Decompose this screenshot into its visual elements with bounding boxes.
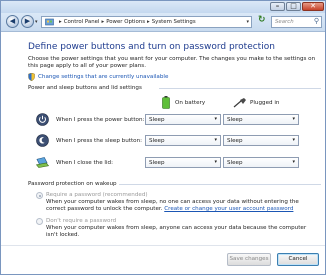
save-changes-button[interactable]: Save changes — [227, 253, 271, 266]
select-value: Sleep — [227, 160, 243, 166]
select-value: Sleep — [227, 117, 243, 123]
title-bar: – □ ✕ — [1, 1, 325, 13]
chevron-down-icon: ▾ — [292, 116, 295, 122]
battery-icon — [162, 96, 170, 109]
section-divider — [159, 88, 321, 89]
require-password-description: When your computer wakes from sleep, no … — [46, 199, 314, 213]
page-title: Define power buttons and turn on passwor… — [28, 42, 275, 52]
power-section-title: Power and sleep buttons and lid settings — [28, 85, 142, 91]
chevron-down-icon: ▾ — [292, 159, 295, 165]
power-button-label: When I press the power button: — [56, 117, 145, 123]
on-battery-label: On battery — [175, 100, 206, 106]
close-icon: ✕ — [310, 2, 316, 10]
maximize-button[interactable]: □ — [286, 2, 301, 11]
plug-icon — [233, 98, 246, 108]
refresh-icon: ↻ — [258, 15, 266, 25]
maximize-icon: □ — [290, 2, 297, 10]
breadcrumb: ▸ Control Panel ▸ Power Options ▸ System Sett… — [57, 19, 196, 25]
section-divider — [119, 184, 321, 185]
select-value: Sleep — [227, 138, 243, 144]
chevron-down-icon: ▾ — [214, 159, 217, 165]
breadcrumb-system-settings[interactable]: System Settings — [152, 19, 196, 25]
laptop-lid-icon — [36, 157, 49, 168]
plugged-in-label: Plugged in — [250, 100, 280, 106]
power-button-icon — [36, 113, 49, 126]
minimize-icon: – — [275, 2, 280, 10]
power-button-plugged-select[interactable]: Sleep ▾ — [223, 114, 299, 125]
lid-close-row: When I close the lid: Sleep ▾ Sleep ▾ — [36, 156, 321, 172]
sleep-button-label: When I press the sleep button: — [56, 138, 143, 144]
lid-close-battery-select[interactable]: Sleep ▾ — [145, 157, 221, 168]
footer-divider — [1, 245, 325, 246]
refresh-button[interactable]: ↻ — [256, 15, 270, 28]
search-box[interactable]: Search ⚲ — [271, 16, 322, 28]
sleep-button-battery-select[interactable]: Sleep ▾ — [145, 135, 221, 146]
control-panel-icon — [45, 18, 54, 26]
search-input[interactable]: Search — [275, 19, 294, 25]
search-icon[interactable]: ⚲ — [314, 17, 319, 25]
back-button[interactable]: ◀ — [6, 15, 19, 28]
breadcrumb-separator[interactable]: ▸ — [147, 19, 150, 25]
uac-shield-icon — [28, 73, 35, 81]
address-dropdown-icon[interactable]: ▾ — [246, 19, 249, 25]
close-button[interactable]: ✕ — [302, 2, 324, 11]
cancel-button[interactable]: Cancel — [277, 253, 319, 266]
sleep-button-plugged-select[interactable]: Sleep ▾ — [223, 135, 299, 146]
no-password-label: Don't require a password — [46, 218, 117, 224]
lid-close-plugged-select[interactable]: Sleep ▾ — [223, 157, 299, 168]
power-button-row: When I press the power button: Sleep ▾ Sl… — [36, 113, 321, 129]
lid-close-label: When I close the lid: — [56, 160, 113, 166]
navigation-bar: ◀ ▶ ▾ ▸ Control Panel ▸ Power Options ▸ Syste… — [1, 13, 325, 32]
chevron-down-icon: ▾ — [292, 137, 295, 143]
password-section-title: Password protection on wakeup — [28, 181, 117, 187]
create-password-link[interactable]: Create or change your user account passw… — [164, 206, 293, 212]
page-description: Choose the power settings that you want … — [28, 56, 316, 69]
no-password-radio[interactable] — [36, 218, 43, 225]
minimize-button[interactable]: – — [270, 2, 285, 11]
require-password-radio[interactable] — [36, 192, 43, 199]
select-value: Sleep — [149, 160, 165, 166]
address-bar[interactable]: ▸ Control Panel ▸ Power Options ▸ System Sett… — [41, 16, 252, 28]
breadcrumb-power-options[interactable]: Power Options — [106, 19, 145, 25]
breadcrumb-control-panel[interactable]: Control Panel — [64, 19, 100, 25]
back-arrow-icon: ◀ — [9, 17, 16, 25]
breadcrumb-separator[interactable]: ▸ — [59, 19, 62, 25]
chevron-down-icon: ▾ — [214, 116, 217, 122]
sleep-button-icon — [36, 134, 49, 147]
power-options-window: – □ ✕ ◀ ▶ ▾ ▸ Control Panel ▸ Power Options… — [0, 0, 326, 275]
select-value: Sleep — [149, 138, 165, 144]
require-password-label: Require a password (recommended) — [46, 192, 148, 198]
change-unavailable-settings-link[interactable]: Change settings that are currently unava… — [38, 74, 168, 80]
forward-arrow-icon: ▶ — [24, 17, 31, 25]
sleep-button-row: When I press the sleep button: Sleep ▾ Sl… — [36, 134, 321, 150]
no-password-description: When your computer wakes from sleep, any… — [46, 225, 307, 238]
history-dropdown-icon[interactable]: ▾ — [35, 19, 38, 25]
forward-button[interactable]: ▶ — [21, 15, 34, 28]
select-value: Sleep — [149, 117, 165, 123]
chevron-down-icon: ▾ — [214, 137, 217, 143]
main-content: Define power buttons and turn on passwor… — [1, 33, 325, 274]
breadcrumb-separator[interactable]: ▸ — [101, 19, 104, 25]
power-button-battery-select[interactable]: Sleep ▾ — [145, 114, 221, 125]
